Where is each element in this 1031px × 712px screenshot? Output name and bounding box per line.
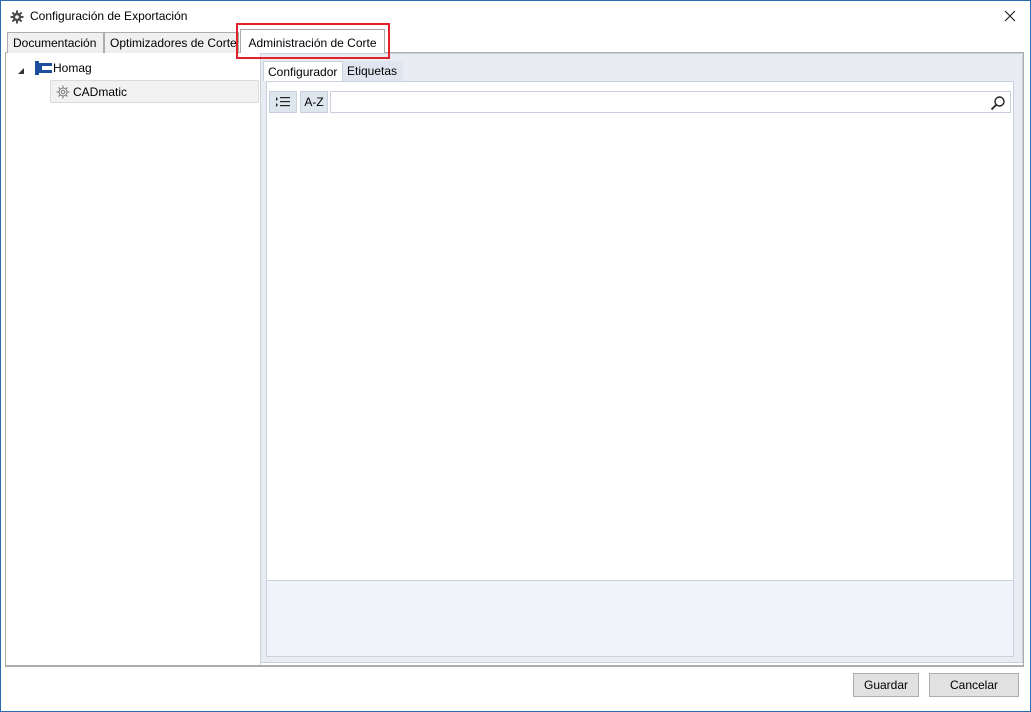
machine-tree: Homag CADmatic — [7, 57, 260, 661]
alphabetical-button[interactable]: A-Z — [300, 91, 328, 113]
property-grid-toolbar: A-Z — [267, 89, 1013, 115]
tree-node-homag[interactable]: Homag — [7, 57, 247, 79]
tab-etiquetas[interactable]: Etiquetas — [343, 61, 403, 81]
save-button[interactable]: Guardar — [853, 673, 919, 697]
tree-node-cadmatic[interactable]: CADmatic — [50, 80, 259, 103]
categorized-button[interactable] — [269, 91, 297, 113]
tab-label: Etiquetas — [347, 64, 398, 78]
homag-logo-icon — [35, 61, 52, 75]
top-tab-strip: Documentación Optimizadores de Corte Adm… — [7, 29, 1024, 53]
gear-icon — [10, 10, 24, 24]
save-button-label: Guardar — [863, 678, 909, 692]
alphabetical-label: A-Z — [304, 95, 324, 109]
tab-label: Optimizadores de Corte — [110, 36, 237, 50]
expander-icon[interactable] — [17, 64, 25, 74]
tab-label: Documentación — [13, 36, 97, 50]
property-grid-body — [267, 117, 1013, 580]
footer-divider — [5, 666, 1024, 667]
tab-optimizadores-de-corte[interactable]: Optimizadores de Corte — [104, 32, 239, 53]
tab-configurador[interactable]: Configurador — [263, 61, 343, 81]
cancel-button[interactable]: Cancelar — [929, 673, 1019, 697]
title-bar: Configuración de Exportación — [1, 1, 1030, 31]
tree-node-label: Homag — [53, 61, 92, 75]
search-input-container[interactable] — [330, 91, 1011, 113]
tab-documentacion[interactable]: Documentación — [7, 32, 104, 53]
close-button[interactable] — [1000, 6, 1020, 26]
categorized-list-icon — [276, 97, 290, 107]
tree-node-label: CADmatic — [73, 85, 128, 99]
tab-label: Configurador — [268, 65, 338, 79]
export-config-window: Configuración de Exportación Documentaci… — [0, 0, 1031, 712]
gear-icon — [56, 85, 70, 99]
property-description-area — [267, 581, 1013, 656]
search-icon[interactable] — [990, 95, 1006, 111]
close-icon — [1004, 10, 1016, 22]
tab-label: Administración de Corte — [248, 36, 377, 50]
cancel-button-label: Cancelar — [949, 678, 999, 692]
tab-administracion-de-corte[interactable]: Administración de Corte — [240, 29, 385, 53]
window-title: Configuración de Exportación — [30, 9, 188, 23]
